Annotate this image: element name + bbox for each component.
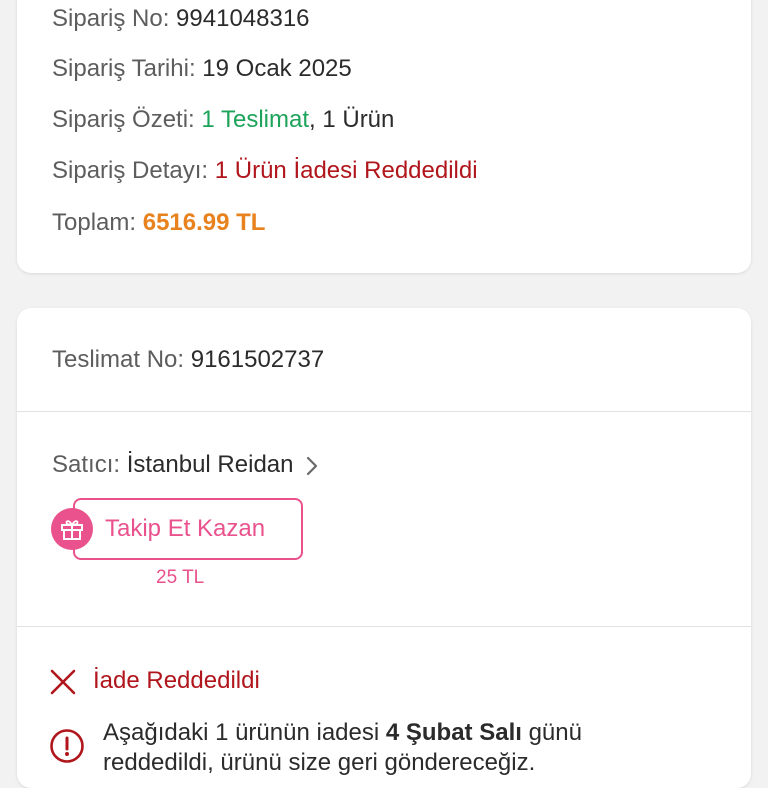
order-summary-row: Sipariş Özeti: 1 Teslimat, 1 Ürün (52, 105, 394, 135)
order-detail-label: Sipariş Detayı: (52, 157, 209, 184)
follow-earn-label: Takip Et Kazan (105, 515, 266, 542)
delivery-number-value: 9161502737 (190, 346, 325, 373)
return-status: İade Reddedildi (49, 666, 260, 696)
follow-reward: 25 TL (156, 567, 205, 588)
chevron-right-icon (307, 456, 318, 475)
seller-link[interactable]: Satıcı: İstanbul Reidan (52, 450, 318, 480)
order-summary-card: Sipariş No: 9941048316 Sipariş Tarihi: 1… (17, 0, 751, 273)
order-date-value: 19 Ocak 2025 (202, 55, 352, 82)
order-number-value: 9941048316 (176, 5, 310, 32)
order-date-row: Sipariş Tarihi: 19 Ocak 2025 (52, 54, 352, 84)
order-summary-items: 1 Ürün (322, 106, 395, 133)
order-number-row: Sipariş No: 9941048316 (52, 4, 310, 34)
delivery-card: Teslimat No: 9161502737 Satıcı: İstanbul… (17, 308, 751, 788)
info-icon (50, 729, 84, 763)
follow-earn-button[interactable]: Takip Et Kazan (73, 498, 303, 560)
divider (17, 626, 751, 627)
seller-name: İstanbul Reidan (126, 451, 294, 478)
order-total-value: 6516.99 TL (142, 209, 266, 236)
order-detail-value: 1 Ürün İadesi Reddedildi (214, 157, 478, 184)
order-total-label: Toplam: (52, 209, 137, 236)
order-summary-delivery: 1 Teslimat (201, 106, 309, 133)
order-date-label: Sipariş Tarihi: (52, 55, 196, 82)
return-info-date: 4 Şubat Salı (385, 719, 522, 746)
return-info-text-1: Aşağıdaki 1 ürünün iadesi (103, 719, 386, 746)
delivery-number-label: Teslimat No: (52, 346, 185, 373)
order-detail-row: Sipariş Detayı: 1 Ürün İadesi Reddedildi (52, 156, 478, 186)
seller-label: Satıcı: (52, 451, 121, 478)
delivery-number-row: Teslimat No: 9161502737 (52, 345, 324, 375)
gift-icon (51, 508, 93, 550)
order-summary-sep: , (309, 106, 316, 133)
close-icon (50, 669, 76, 694)
order-summary-label: Sipariş Özeti: (52, 106, 195, 133)
return-info-text: Aşağıdaki 1 ürünün iadesi 4 Şubat Salı g… (103, 718, 663, 778)
order-total-row: Toplam: 6516.99 TL (52, 208, 265, 238)
return-status-label: İade Reddedildi (93, 667, 260, 694)
order-number-label: Sipariş No: (52, 5, 170, 32)
divider (17, 411, 751, 412)
